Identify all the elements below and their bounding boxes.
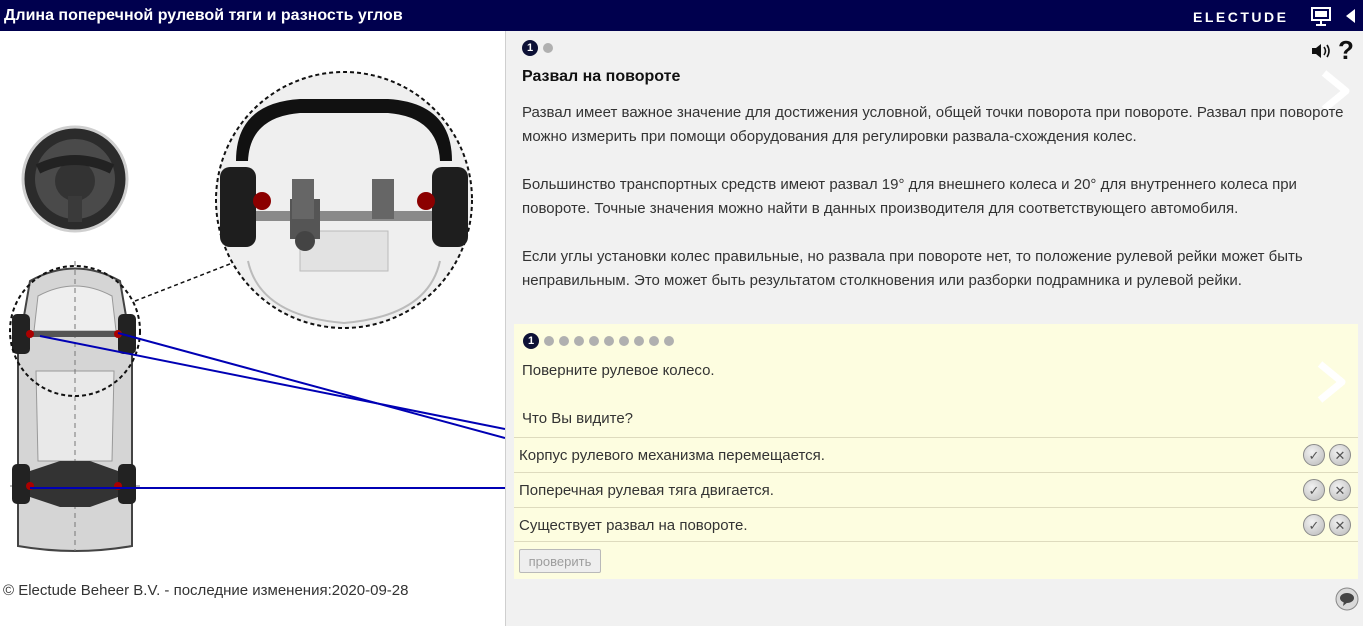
copyright-text: © Electude Beheer B.V. - последние измен… [3,582,409,599]
check-icon: ✓ [1308,447,1320,463]
presentation-screen-icon[interactable] [1310,6,1332,26]
quiz-dot[interactable] [559,336,569,346]
quiz-dot[interactable] [544,336,554,346]
page-title: Длина поперечной рулевой тяги и разность… [4,7,403,24]
car-top-view [10,261,140,552]
steering-diagram [9,71,505,552]
check-icon: ✓ [1308,482,1320,498]
answer-text: Поперечная рулевая тяга двигается. [519,482,774,499]
paragraph: Если углы установки колес правильные, но… [522,248,1303,289]
quiz-dot[interactable] [649,336,659,346]
steering-wheel-icon[interactable] [21,125,129,233]
quiz-dot[interactable] [664,336,674,346]
cross-icon: ✕ [1334,447,1346,463]
quiz-dot[interactable] [619,336,629,346]
check-icon: ✓ [1308,517,1320,533]
section-heading: Развал на повороте [522,68,681,85]
quiz-dot[interactable] [574,336,584,346]
check-button[interactable]: проверить [519,549,601,573]
mark-correct-button[interactable]: ✓ [1303,514,1325,536]
quiz-dot[interactable] [589,336,599,346]
answer-text: Существует развал на повороте. [519,517,748,534]
page-dot[interactable] [543,43,553,53]
zoomed-axle-view [215,71,473,329]
answer-row: Поперечная рулевая тяга двигается. ✓ ✕ [514,472,1358,507]
paragraph: Большинство транспортных средств имеют р… [522,176,1297,217]
quiz-dot[interactable] [604,336,614,346]
quiz-question: Что Вы видите? [522,410,634,427]
quiz-box: 1 Поверните рулевое колесо. Что Вы видит… [514,324,1358,579]
comment-bubble-icon[interactable] [1335,587,1359,611]
quiz-dot-active[interactable]: 1 [523,333,539,349]
quiz-instruction: Поверните рулевое колесо. [522,362,715,379]
illustration-panel: © Electude Beheer B.V. - последние измен… [0,31,505,626]
collapse-panel-icon[interactable] [1343,7,1357,25]
quiz-dot[interactable] [634,336,644,346]
page-dot-active[interactable]: 1 [522,40,538,56]
mark-incorrect-button[interactable]: ✕ [1329,514,1351,536]
answer-row: Существует развал на повороте. ✓ ✕ [514,507,1358,542]
mark-correct-button[interactable]: ✓ [1303,444,1325,466]
mark-incorrect-button[interactable]: ✕ [1329,479,1351,501]
speaker-icon[interactable] [1310,42,1332,60]
mark-correct-button[interactable]: ✓ [1303,479,1325,501]
help-icon[interactable]: ? [1338,37,1354,63]
next-question-arrow-icon[interactable] [1314,360,1350,404]
cross-icon: ✕ [1334,517,1346,533]
cross-icon: ✕ [1334,482,1346,498]
paragraph: Развал имеет важное значение для достиже… [522,104,1344,145]
mark-incorrect-button[interactable]: ✕ [1329,444,1351,466]
title-bar: Длина поперечной рулевой тяги и разность… [0,0,1363,31]
answer-row: Корпус рулевого механизма перемещается. … [514,437,1358,472]
quiz-pager: 1 [523,333,674,349]
brand-logo: ELECTUDE [1193,9,1289,25]
content-panel: 1 ? Развал на повороте Развал имеет важн… [505,31,1363,626]
page-pager: 1 [522,40,553,56]
answer-text: Корпус рулевого механизма перемещается. [519,447,825,464]
